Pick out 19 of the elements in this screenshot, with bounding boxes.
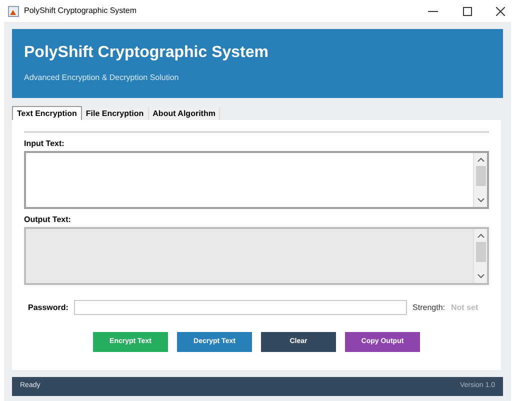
tab[interactable]: Text Encryption	[12, 106, 82, 120]
tab[interactable]: About Algorithm	[148, 107, 220, 120]
field-label: Input Text:	[24, 139, 66, 149]
maximize-icon[interactable]	[463, 6, 472, 16]
password-field[interactable]	[74, 300, 407, 315]
app-icon	[8, 6, 19, 16]
app-subtitle: Advanced Encryption & Decryption Solution	[24, 72, 180, 84]
strength-label: Strength:	[412, 302, 445, 314]
tab[interactable]: File Encryption	[82, 107, 149, 120]
close-icon[interactable]	[496, 6, 505, 16]
app-title: PolyShift Cryptographic System	[24, 43, 270, 63]
text-area[interactable]	[24, 151, 489, 209]
strength-value: Not set	[451, 302, 480, 314]
window-title: PolyShift Cryptographic System	[24, 5, 136, 17]
scrollbar[interactable]	[473, 153, 487, 207]
scroll-up-icon[interactable]	[476, 156, 484, 164]
scroll-down-icon[interactable]	[476, 196, 484, 204]
field-label: Output Text:	[24, 215, 72, 225]
password-label: Password:	[28, 302, 68, 314]
